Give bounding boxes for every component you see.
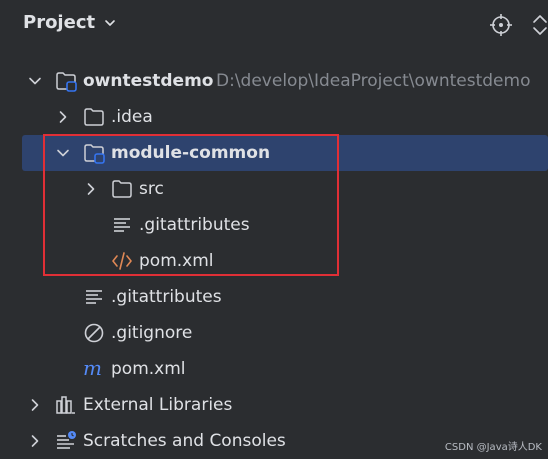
module-folder-icon [56,72,77,92]
svg-text:m: m [83,358,102,380]
tree-node-label: owntestdemo [83,71,214,91]
tree-node-external-libraries[interactable]: External Libraries [0,387,548,423]
project-tool-window-header: Project [0,0,548,50]
tree-node-idea[interactable]: .idea [0,99,548,135]
expand-collapse-icon[interactable] [528,13,548,37]
chevron-down-icon[interactable] [56,146,70,160]
tree-node-label: pom.xml [111,359,186,379]
chevron-right-icon[interactable] [28,398,42,412]
tree-node-module-gitattributes[interactable]: .gitattributes [0,207,548,243]
tree-node-label: External Libraries [83,395,233,415]
tree-node-label: src [139,179,164,199]
watermark: CSDN @Java诗人DK [444,442,542,453]
ignore-file-icon [84,323,104,343]
chevron-right-icon[interactable] [56,110,70,124]
tree-node-path: D:\develop\IdeaProject\owntestdemo [216,71,531,91]
maven-icon: m [83,358,102,380]
folder-icon [112,180,132,198]
scratches-icon [57,431,76,449]
tree-node-label: .gitattributes [139,215,250,235]
text-file-icon [114,218,130,232]
tree-node-module-common[interactable]: module-common [22,135,548,171]
xml-file-icon [112,252,132,270]
project-title: Project [23,12,96,33]
project-view-selector[interactable]: Project [23,12,117,33]
chevron-right-icon[interactable] [28,434,42,448]
chevron-down-icon [105,19,115,26]
tree-node-label: module-common [111,143,271,163]
tree-node-label: .idea [111,107,153,127]
module-folder-icon [84,144,105,164]
tree-node-label: .gitattributes [111,287,222,307]
folder-icon [84,108,104,126]
chevron-down-icon[interactable] [28,74,42,88]
tree-node-module-pom[interactable]: pom.xml [0,243,548,279]
tree-node-gitignore[interactable]: .gitignore [0,315,548,351]
locate-file-icon[interactable] [489,13,513,37]
tree-node-owntestdemo[interactable]: owntestdemo D:\develop\IdeaProject\ownte… [0,63,548,99]
library-icon [56,396,75,414]
tree-node-src[interactable]: src [0,171,548,207]
tree-node-label: .gitignore [111,323,193,343]
tree-node-label: Scratches and Consoles [83,431,286,451]
tree-node-label: pom.xml [139,251,214,271]
text-file-icon [86,290,102,304]
tree-node-root-gitattributes[interactable]: .gitattributes [0,279,548,315]
tree-node-root-pom[interactable]: m pom.xml [0,351,548,387]
chevron-right-icon[interactable] [84,182,98,196]
